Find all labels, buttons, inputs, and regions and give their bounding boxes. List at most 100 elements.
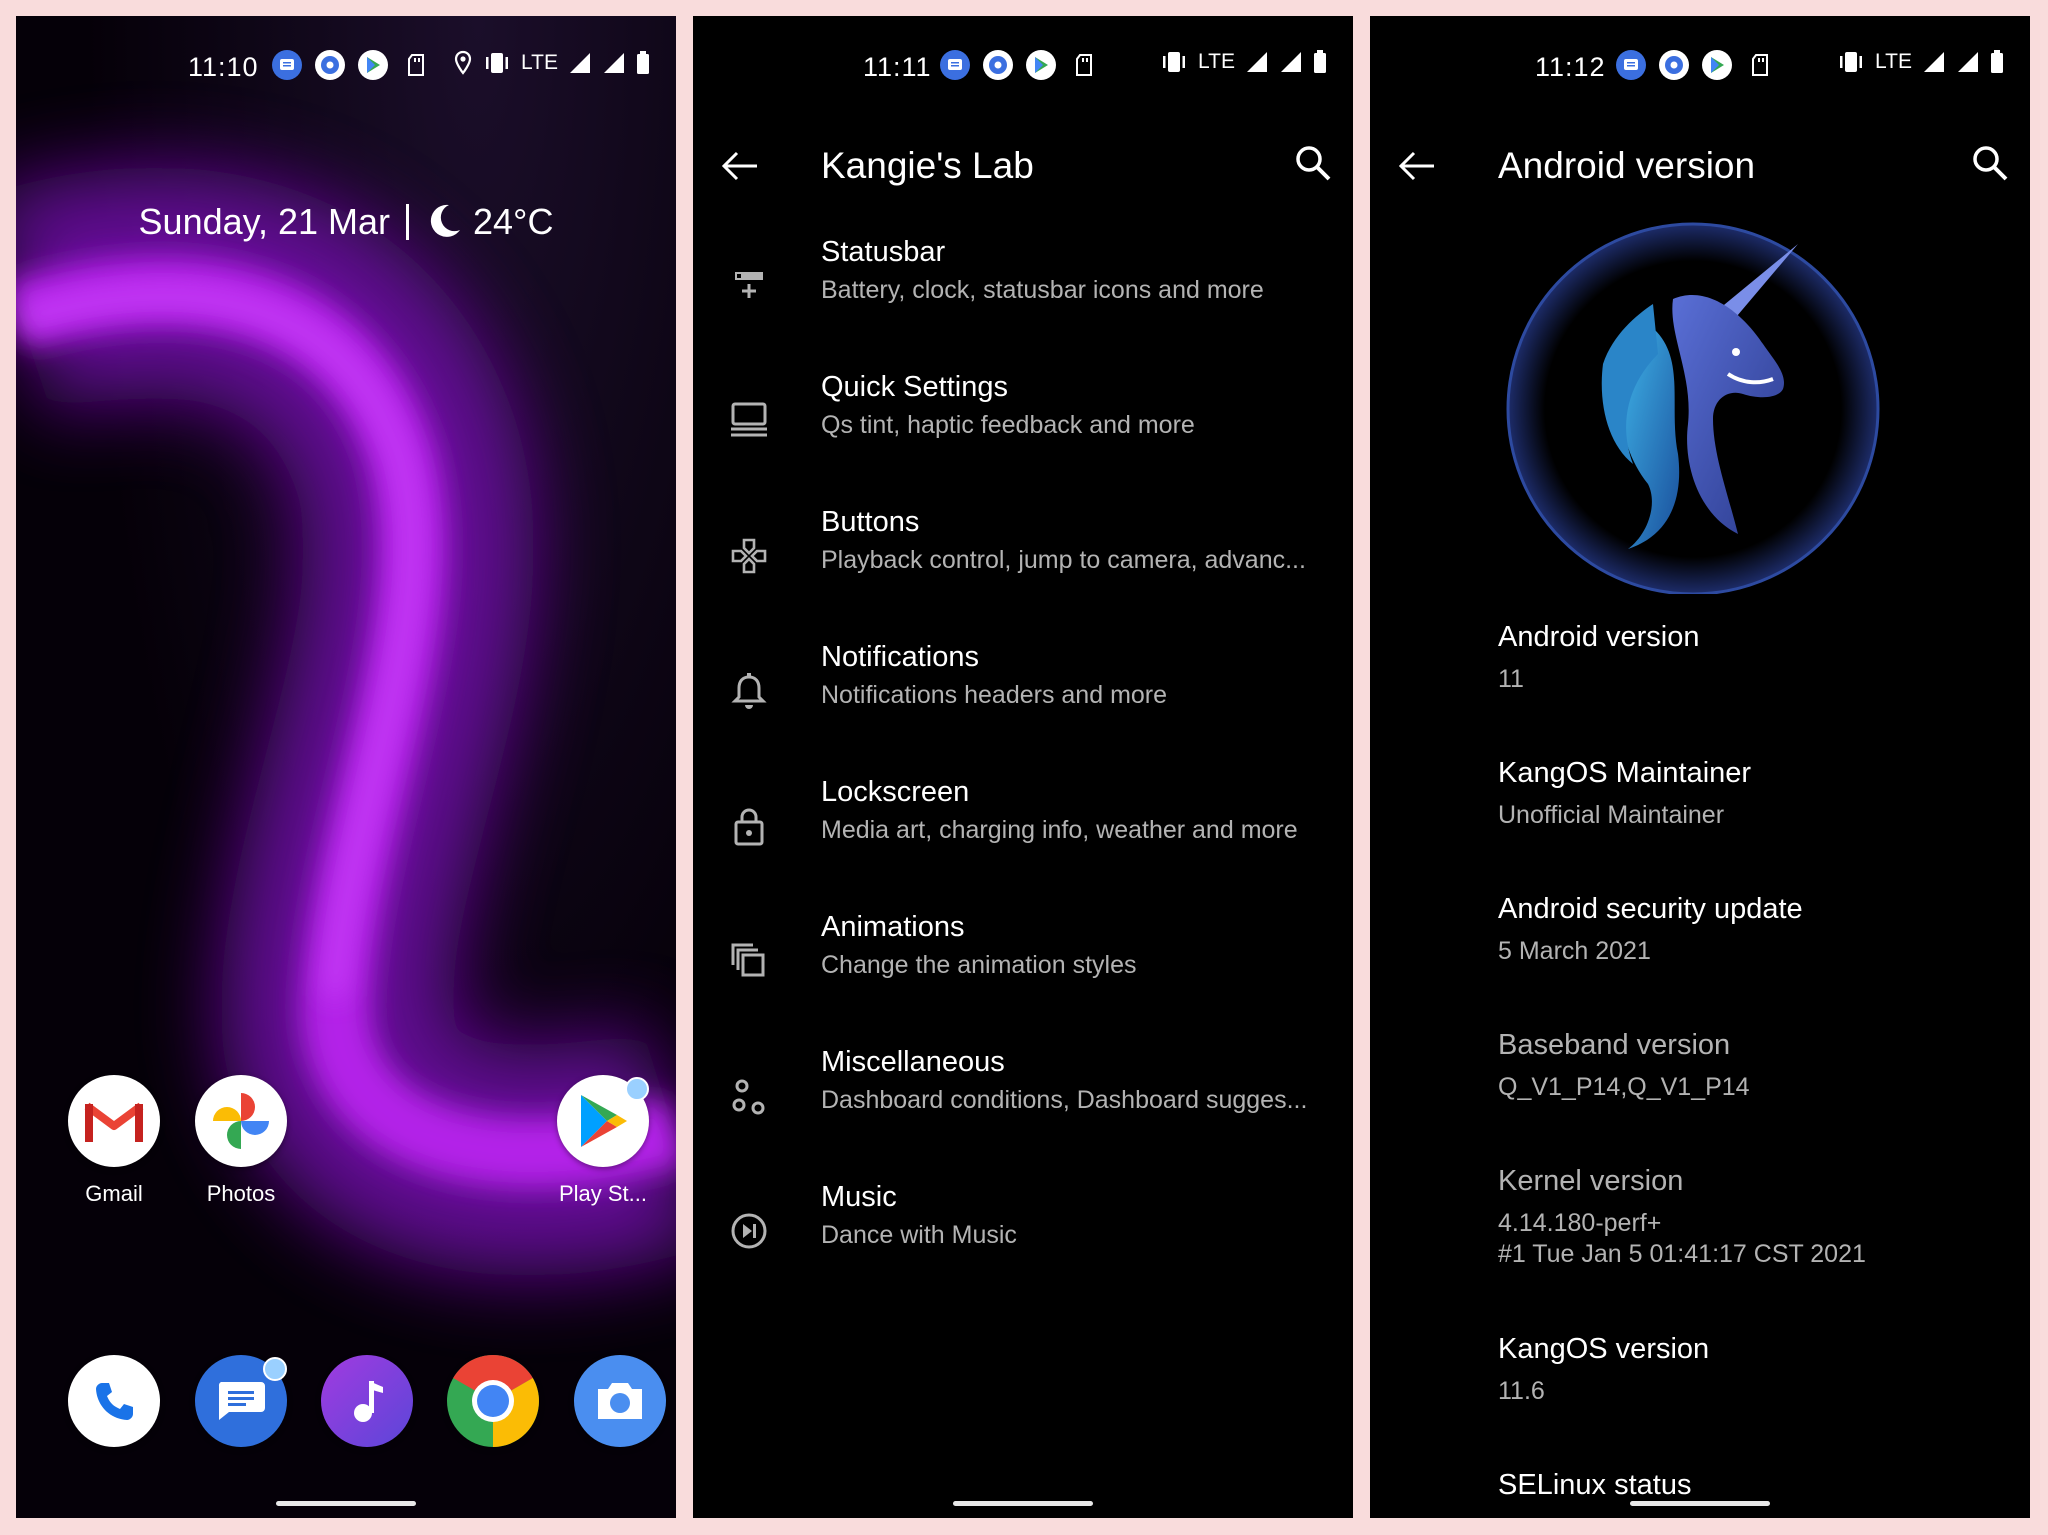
signal-icon [1924,52,1944,72]
gesture-nav-bar[interactable] [276,1501,416,1506]
menu-item-subtitle: Dashboard conditions, Dashboard sugges..… [821,1086,1308,1114]
info-kernel-version: Kernel version 4.14.180-perf+ #1 Tue Jan… [1498,1165,2010,1270]
network-type: LTE [1875,50,1912,73]
menu-item-miscellaneous[interactable]: Miscellaneous Dashboard conditions, Dash… [693,1046,1353,1181]
sd-card-icon [401,50,431,80]
dock-phone[interactable] [59,1355,169,1447]
menu-item-statusbar[interactable]: Statusbar Battery, clock, statusbar icon… [693,236,1353,371]
gmail-icon [68,1075,160,1167]
menu-item-subtitle: Media art, charging info, weather and mo… [821,816,1298,844]
messages-notification-icon [272,50,302,80]
app-play-store[interactable]: Play St... [548,1075,658,1207]
signal-icon-2 [604,53,624,73]
lock-icon [734,808,764,846]
back-arrow-icon[interactable] [719,145,761,187]
menu-item-subtitle: Battery, clock, statusbar icons and more [821,276,1264,304]
settings-screen-android-version: 11:12 LTE Android version Android versio… [1370,16,2030,1518]
battery-icon [1991,50,2003,73]
vibrate-icon [1840,52,1863,72]
phone-icon [68,1355,160,1447]
menu-item-quick-settings[interactable]: Quick Settings Qs tint, haptic feedback … [693,371,1353,506]
photos-icon [195,1075,287,1167]
info-key: KangOS Maintainer [1498,757,1752,789]
divider [406,204,410,240]
gesture-nav-bar[interactable] [1630,1501,1770,1506]
menu-item-subtitle: Dance with Music [821,1221,1017,1249]
toolbar: Kangie's Lab [693,131,1353,201]
dock-music[interactable] [312,1355,422,1447]
music-icon [731,1213,767,1249]
search-icon[interactable] [1970,143,2010,183]
menu-item-title: Music [821,1181,897,1213]
bell-icon [731,673,767,709]
info-key: Kernel version [1498,1165,1684,1197]
menu-item-title: Notifications [821,641,979,673]
network-type: LTE [521,51,558,74]
misc-icon [732,1079,765,1115]
notification-icons [940,50,1099,80]
notification-icons [272,50,431,80]
dock-chrome[interactable] [438,1355,548,1447]
buttons-icon [731,538,767,574]
info-value: Q_V1_P14,Q_V1_P14 [1498,1073,1750,1101]
play-store-notification-icon [358,50,388,80]
info-baseband-version: Baseband version Q_V1_P14,Q_V1_P14 [1498,1029,2010,1103]
menu-item-lockscreen[interactable]: Lockscreen Media art, charging info, wea… [693,776,1353,911]
page-title: Kangie's Lab [821,145,1034,186]
camera-icon [574,1355,666,1447]
menu-item-notifications[interactable]: Notifications Notifications headers and … [693,641,1353,776]
menu-item-buttons[interactable]: Buttons Playback control, jump to camera… [693,506,1353,641]
dock-camera[interactable] [565,1355,675,1447]
app-label: Gmail [85,1181,143,1206]
app-photos[interactable]: Photos [186,1075,296,1207]
at-a-glance-widget[interactable]: Sunday, 21 Mar 24°C [16,201,676,243]
info-value: 4.14.180-perf+ #1 Tue Jan 5 01:41:17 CST… [1498,1209,1866,1268]
messages-icon [195,1355,287,1447]
menu-item-title: Buttons [821,506,920,538]
vibrate-icon [486,53,509,73]
notification-dot [263,1357,287,1381]
info-kangos-maintainer[interactable]: KangOS Maintainer Unofficial Maintainer [1498,757,2010,831]
settings-screen-kangies-lab: 11:11 LTE Kangie's Lab Statusbar Battery… [693,16,1353,1518]
signal-icon [1247,52,1267,72]
status-bar: 11:12 LTE [1370,46,2030,86]
back-arrow-icon[interactable] [1396,145,1438,187]
info-value: 11 [1498,665,1524,693]
sd-card-icon [1745,50,1775,80]
menu-item-title: Statusbar [821,236,946,268]
menu-item-title: Lockscreen [821,776,970,808]
info-kangos-version[interactable]: KangOS version 11.6 [1498,1333,2010,1407]
settings-notification-icon [983,50,1013,80]
play-store-icon [557,1075,649,1167]
settings-notification-icon [1659,50,1689,80]
sd-card-icon [1069,50,1099,80]
moon-icon [430,204,461,237]
app-label: Photos [206,1181,276,1206]
info-selinux-status[interactable]: SELinux status [1498,1469,2010,1502]
quick-settings-icon [731,402,767,437]
notification-dot [625,1077,649,1101]
system-icons: LTE [1837,50,2004,74]
gesture-nav-bar[interactable] [953,1501,1093,1506]
menu-item-subtitle: Notifications headers and more [821,681,1168,709]
menu-item-animations[interactable]: Animations Change the animation styles [693,911,1353,1046]
signal-icon-2 [1958,52,1978,72]
settings-notification-icon [315,50,345,80]
clock: 11:10 [188,52,259,82]
temperature-text: 24°C [473,201,554,242]
menu-item-subtitle: Change the animation styles [821,951,1137,979]
home-screen: 11:10 LTE Sunday, 21 Mar 24°C Gmail Phot… [16,16,676,1518]
menu-item-music[interactable]: Music Dance with Music [693,1181,1353,1316]
system-icons: LTE [1160,50,1327,74]
info-android-version[interactable]: Android version 11 [1498,621,2010,695]
app-gmail[interactable]: Gmail [59,1075,169,1207]
toolbar: Android version [1370,131,2030,201]
info-key: KangOS version [1498,1333,1710,1365]
info-value: Unofficial Maintainer [1498,801,1725,829]
search-icon[interactable] [1293,143,1333,183]
notification-icons [1616,50,1775,80]
info-security-update[interactable]: Android security update 5 March 2021 [1498,893,2010,967]
dock-messages[interactable] [186,1355,296,1447]
system-icons: LTE [453,50,650,76]
info-key: SELinux status [1498,1469,1692,1501]
